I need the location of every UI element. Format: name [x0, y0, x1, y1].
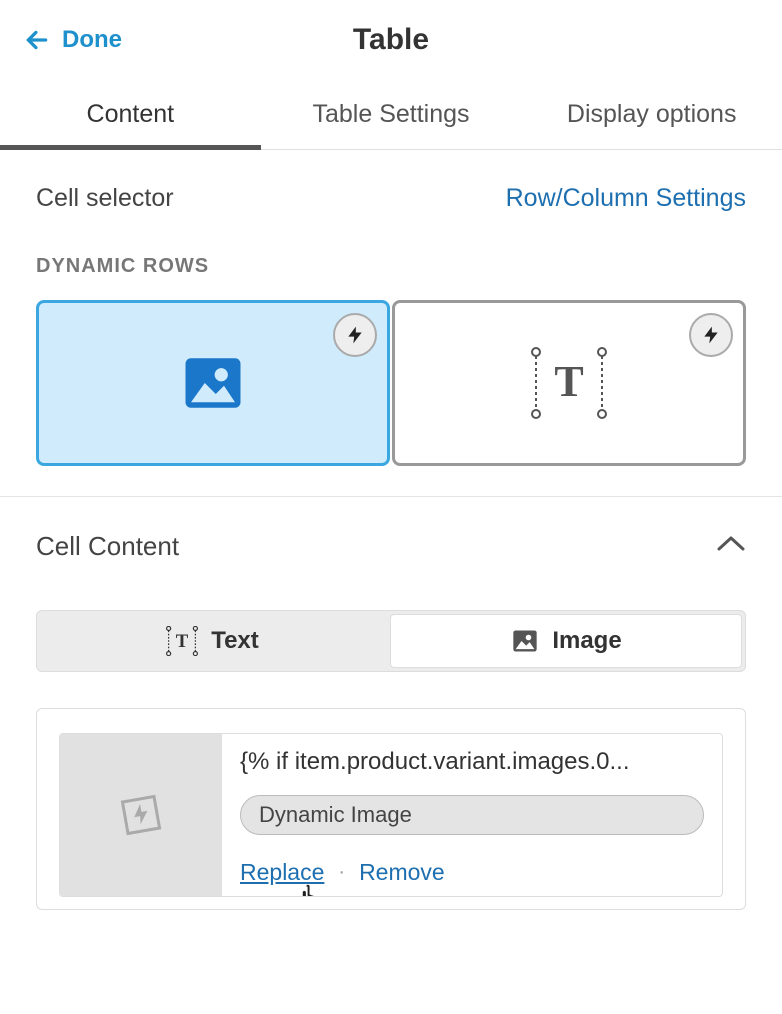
media-info: {% if item.product.variant.images.0... D…	[222, 734, 722, 896]
row-column-settings-link[interactable]: Row/Column Settings	[506, 184, 746, 213]
cell-content-section: Cell Content T Text Image	[0, 497, 782, 910]
cursor-pointer-icon	[296, 883, 326, 897]
collapse-button[interactable]	[716, 534, 746, 559]
separator-dot: ·	[338, 861, 345, 884]
tab-label: Table Settings	[312, 100, 469, 129]
seg-text-label: Text	[211, 627, 259, 655]
tab-content[interactable]: Content	[0, 80, 261, 149]
dynamic-badge	[689, 313, 733, 357]
image-icon	[180, 350, 246, 416]
pill-label: Dynamic Image	[259, 802, 412, 827]
content-type-toggle: T Text Image	[36, 610, 746, 672]
remove-link[interactable]: Remove	[359, 859, 445, 886]
dynamic-rows-subhead: DYNAMIC ROWS	[36, 255, 746, 278]
dynamic-image-pill[interactable]: Dynamic Image	[240, 795, 704, 835]
tab-display-options[interactable]: Display options	[521, 80, 782, 149]
tabs: Content Table Settings Display options	[0, 80, 782, 150]
image-icon	[510, 627, 540, 655]
tab-label: Display options	[567, 100, 737, 129]
dynamic-badge	[333, 313, 377, 357]
cell-selector-section: Cell selector Row/Column Settings DYNAMI…	[0, 150, 782, 496]
tab-table-settings[interactable]: Table Settings	[261, 80, 522, 149]
cells-row: T	[36, 300, 746, 466]
svg-text:T: T	[554, 357, 583, 406]
done-button[interactable]: Done	[24, 26, 122, 54]
seg-image-label: Image	[552, 627, 621, 655]
thumbnail	[60, 734, 222, 896]
text-frame-icon: T	[530, 346, 608, 420]
media-actions: Replace · Remove	[240, 859, 704, 886]
chevron-up-icon	[716, 534, 746, 554]
content-box: {% if item.product.variant.images.0... D…	[36, 708, 746, 910]
replace-link[interactable]: Replace	[240, 859, 324, 886]
seg-text[interactable]: T Text	[37, 611, 387, 671]
tab-label: Content	[87, 100, 175, 129]
text-frame-icon: T	[165, 626, 199, 656]
seg-image[interactable]: Image	[390, 614, 742, 668]
cell-text-card[interactable]: T	[392, 300, 746, 466]
cell-image-card[interactable]	[36, 300, 390, 466]
dynamic-image-placeholder-icon	[116, 790, 166, 840]
done-label: Done	[62, 26, 122, 54]
template-code: {% if item.product.variant.images.0...	[240, 748, 704, 776]
cell-content-title: Cell Content	[36, 531, 179, 562]
page-title: Table	[353, 23, 429, 57]
bolt-icon	[701, 323, 721, 347]
media-row: {% if item.product.variant.images.0... D…	[59, 733, 723, 897]
cell-selector-label: Cell selector	[36, 184, 174, 213]
arrow-left-icon	[24, 27, 50, 53]
bolt-icon	[345, 323, 365, 347]
svg-text:T: T	[176, 631, 189, 652]
header: Done Table	[0, 0, 782, 80]
